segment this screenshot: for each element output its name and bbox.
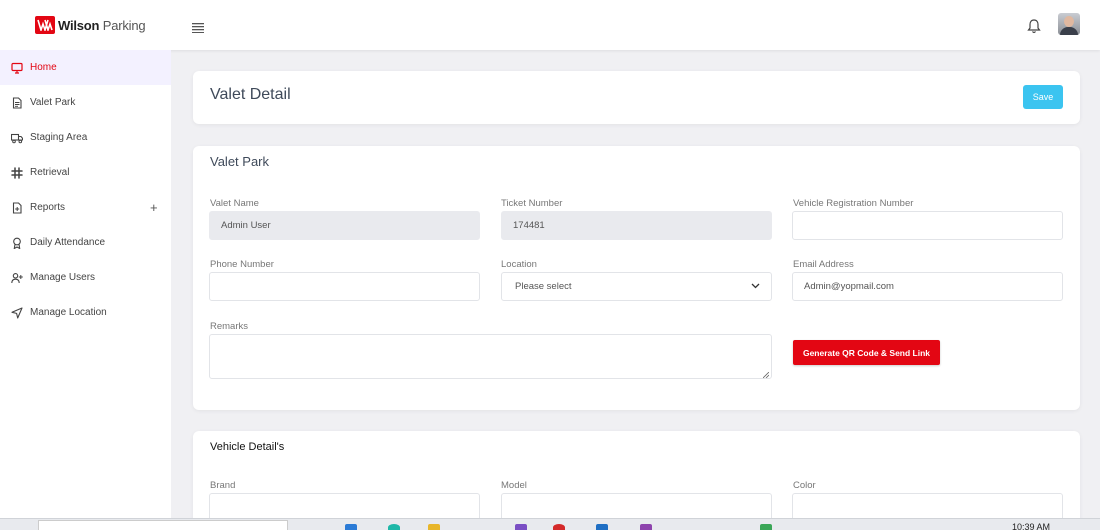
email-address-label: Email Address <box>793 259 854 270</box>
page-title: Valet Detail <box>210 86 291 103</box>
sidebar-item-label: Retrieval <box>30 167 70 178</box>
taskbar-app-icon[interactable] <box>760 524 772 530</box>
sidebar-item-valet-park[interactable]: Valet Park <box>0 85 171 120</box>
vehicle-detail-card: Vehicle Detail's Brand Model Color <box>193 431 1080 530</box>
sidebar-item-reports[interactable]: Reports + <box>0 190 171 225</box>
email-address-input[interactable]: Admin@yopmail.com <box>792 272 1063 301</box>
remarks-label: Remarks <box>210 321 249 332</box>
taskbar-app-icon[interactable] <box>515 524 527 530</box>
taskbar-app-icon[interactable] <box>345 524 357 530</box>
brand-name-bold: Wilson <box>58 17 100 33</box>
location-selected-value: Please select <box>515 281 572 292</box>
os-taskbar: 10:39 AM <box>0 518 1100 530</box>
brand-label: Brand <box>210 480 236 491</box>
sidebar-item-label: Staging Area <box>30 132 88 143</box>
valet-name-label: Valet Name <box>210 198 259 209</box>
wilson-parking-logo[interactable]: Wilson Parking <box>35 16 146 34</box>
top-header: Wilson Parking <box>0 0 1100 50</box>
sidebar-item-manage-location[interactable]: Manage Location <box>0 295 171 330</box>
sidebar-item-label: Home <box>30 62 57 73</box>
document-icon <box>11 96 23 109</box>
expand-plus-icon[interactable]: + <box>150 200 158 215</box>
taskbar-clock: 10:39 AM <box>1012 522 1051 530</box>
phone-number-label: Phone Number <box>210 259 274 270</box>
ticket-number-value: 174481 <box>513 220 545 231</box>
avatar-body <box>1060 27 1078 35</box>
sidebar-item-label: Valet Park <box>30 97 76 108</box>
phone-number-input[interactable] <box>209 272 480 301</box>
sidebar-item-retrieval[interactable]: Retrieval <box>0 155 171 190</box>
taskbar-search-box[interactable] <box>38 520 288 530</box>
vehicle-registration-label: Vehicle Registration Number <box>793 198 914 209</box>
hamburger-icon[interactable] <box>192 20 204 33</box>
valet-park-card: Valet Park Valet Name Admin User Ticket … <box>193 146 1080 410</box>
page-header-card: Valet Detail Save <box>193 71 1080 124</box>
ticket-number-label: Ticket Number <box>501 198 563 209</box>
ticket-number-field: 174481 <box>501 211 772 240</box>
taskbar-app-icon[interactable] <box>388 524 400 530</box>
sidebar-item-manage-users[interactable]: Manage Users <box>0 260 171 295</box>
sidebar-item-daily-attendance[interactable]: Daily Attendance <box>0 225 171 260</box>
user-plus-icon <box>11 272 23 284</box>
avatar-head <box>1064 16 1074 27</box>
bell-icon[interactable] <box>1027 18 1041 34</box>
valet-name-field: Admin User <box>209 211 480 240</box>
section-title-vehicle-detail: Vehicle Detail's <box>210 441 285 453</box>
section-title-valet-park: Valet Park <box>210 154 270 169</box>
location-label: Location <box>501 259 537 270</box>
taskbar-app-icon[interactable] <box>553 524 565 530</box>
monitor-icon <box>11 62 23 74</box>
sidebar-item-label: Daily Attendance <box>30 237 106 248</box>
color-label: Color <box>793 480 816 491</box>
taskbar-app-icon[interactable] <box>640 524 652 530</box>
sidebar-item-label: Manage Users <box>30 272 96 283</box>
brand-name-light: Parking <box>102 17 146 33</box>
sidebar-item-label: Manage Location <box>30 307 107 318</box>
resize-grip-icon[interactable] <box>762 370 770 379</box>
remarks-textarea[interactable] <box>209 334 772 379</box>
location-select[interactable]: Please select <box>501 272 772 301</box>
taskbar-app-icon[interactable] <box>428 524 440 530</box>
user-avatar[interactable] <box>1058 13 1080 35</box>
generate-qr-code-button[interactable]: Generate QR Code & Send Link <box>793 340 940 365</box>
sidebar-item-home[interactable]: Home <box>0 50 171 85</box>
chevron-down-icon <box>751 281 760 292</box>
save-button[interactable]: Save <box>1023 85 1063 109</box>
vehicle-registration-input[interactable] <box>792 211 1063 240</box>
taskbar-app-icon[interactable] <box>596 524 608 530</box>
valet-name-value: Admin User <box>221 220 271 231</box>
email-address-value: Admin@yopmail.com <box>804 281 894 292</box>
brand-name: Wilson Parking <box>58 17 146 33</box>
truck-icon <box>11 132 23 144</box>
sidebar-item-label: Reports <box>30 202 66 213</box>
sidebar-item-staging-area[interactable]: Staging Area <box>0 120 171 155</box>
navigation-icon <box>11 306 23 319</box>
model-label: Model <box>501 480 527 491</box>
sidebar: Home Valet Park Staging Area Retrieval R… <box>0 50 171 530</box>
slack-icon <box>11 166 23 179</box>
award-icon <box>11 237 23 249</box>
file-chart-icon <box>11 201 23 214</box>
brand-mark-icon <box>35 16 55 34</box>
